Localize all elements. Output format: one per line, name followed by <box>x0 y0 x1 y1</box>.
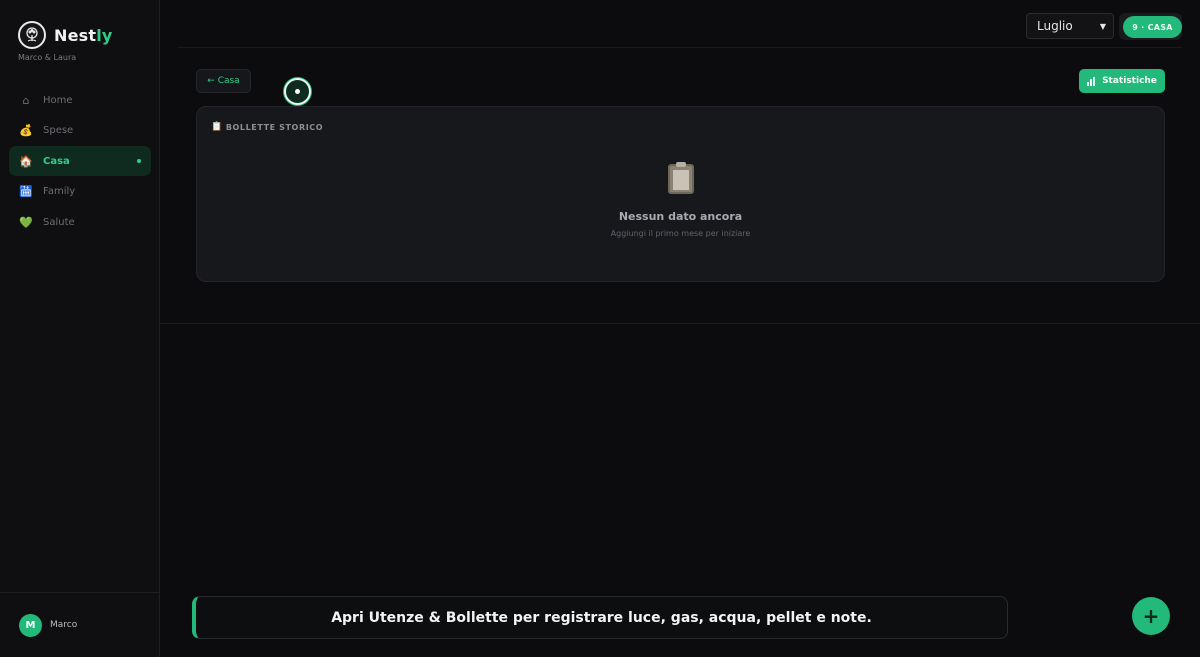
sidebar: Nestly Marco & Laura ⌂ Home 💰 Spese 🏠 Ca… <box>0 0 160 657</box>
family-icon: 🛗 <box>19 185 33 199</box>
sidebar-item-casa[interactable]: 🏠 Casa <box>9 146 151 177</box>
household-names: Marco & Laura <box>18 53 77 62</box>
tree-icon <box>18 21 46 49</box>
statistics-button-label: Statistiche <box>1102 76 1157 86</box>
sidebar-item-label: Casa <box>43 155 70 167</box>
sidebar-item-home[interactable]: ⌂ Home <box>9 85 151 115</box>
sidebar-item-spese[interactable]: 💰 Spese <box>9 116 151 146</box>
section-chip-container: 9 · CASA <box>1119 13 1182 40</box>
home-icon: ⌂ <box>22 93 30 107</box>
house-icon: 🏠 <box>19 154 33 168</box>
sidebar-item-label: Salute <box>43 216 75 228</box>
empty-state-subtitle: Aggiungi il primo mese per iniziare <box>610 229 751 238</box>
clipboard-icon <box>668 162 694 194</box>
app-window: Nestly Marco & Laura ⌂ Home 💰 Spese 🏠 Ca… <box>0 0 1200 657</box>
green-heart-icon: 💚 <box>19 215 33 229</box>
brand-name-main: Nest <box>54 25 97 45</box>
clipboard-icon: 📋 <box>211 122 223 132</box>
brand-name: Nestly <box>54 26 113 45</box>
brand-name-accent: ly <box>96 25 113 45</box>
card-title: 📋 BOLLETTE STORICO <box>211 122 323 132</box>
empty-state-title: Nessun dato ancora <box>618 210 743 223</box>
section-chip[interactable]: 9 · CASA <box>1123 16 1182 38</box>
pointer-cursor-dot <box>295 89 300 94</box>
statistics-button[interactable]: Statistiche <box>1079 69 1165 93</box>
back-button[interactable]: ← Casa <box>196 69 251 93</box>
card-title-text: BOLLETTE STORICO <box>225 122 324 132</box>
sidebar-item-salute[interactable]: 💚 Salute <box>9 207 151 237</box>
user-name: Marco <box>50 620 78 630</box>
clipboard-clip <box>676 162 686 167</box>
content-divider <box>160 323 1200 324</box>
brand[interactable]: Nestly <box>18 21 113 49</box>
sidebar-item-label: Home <box>43 94 73 106</box>
clipboard-paper <box>673 170 689 190</box>
bills-history-card: 📋 BOLLETTE STORICO Nessun dato ancora Ag… <box>196 106 1165 282</box>
add-button[interactable]: + <box>1132 597 1170 635</box>
chevron-down-icon: ▼ <box>1099 21 1106 31</box>
bar-chart-icon <box>1087 76 1096 86</box>
month-select-value: Luglio <box>1037 19 1073 33</box>
sidebar-item-label: Family <box>43 186 76 198</box>
topbar-divider <box>178 47 1182 48</box>
sidebar-item-label: Spese <box>43 125 74 137</box>
avatar: M <box>19 613 42 637</box>
sidebar-nav: ⌂ Home 💰 Spese 🏠 Casa 🛗 Family 💚 Salute <box>9 85 151 238</box>
money-bag-icon: 💰 <box>19 124 33 138</box>
user-profile[interactable]: M Marco <box>0 592 160 657</box>
pointer-cursor-indicator <box>284 78 311 105</box>
sidebar-item-family[interactable]: 🛗 Family <box>9 177 151 207</box>
hint-banner: Apri Utenze & Bollette per registrare lu… <box>192 596 1008 639</box>
active-indicator-dot <box>137 159 141 164</box>
month-select[interactable]: Luglio ▼ <box>1026 13 1114 39</box>
